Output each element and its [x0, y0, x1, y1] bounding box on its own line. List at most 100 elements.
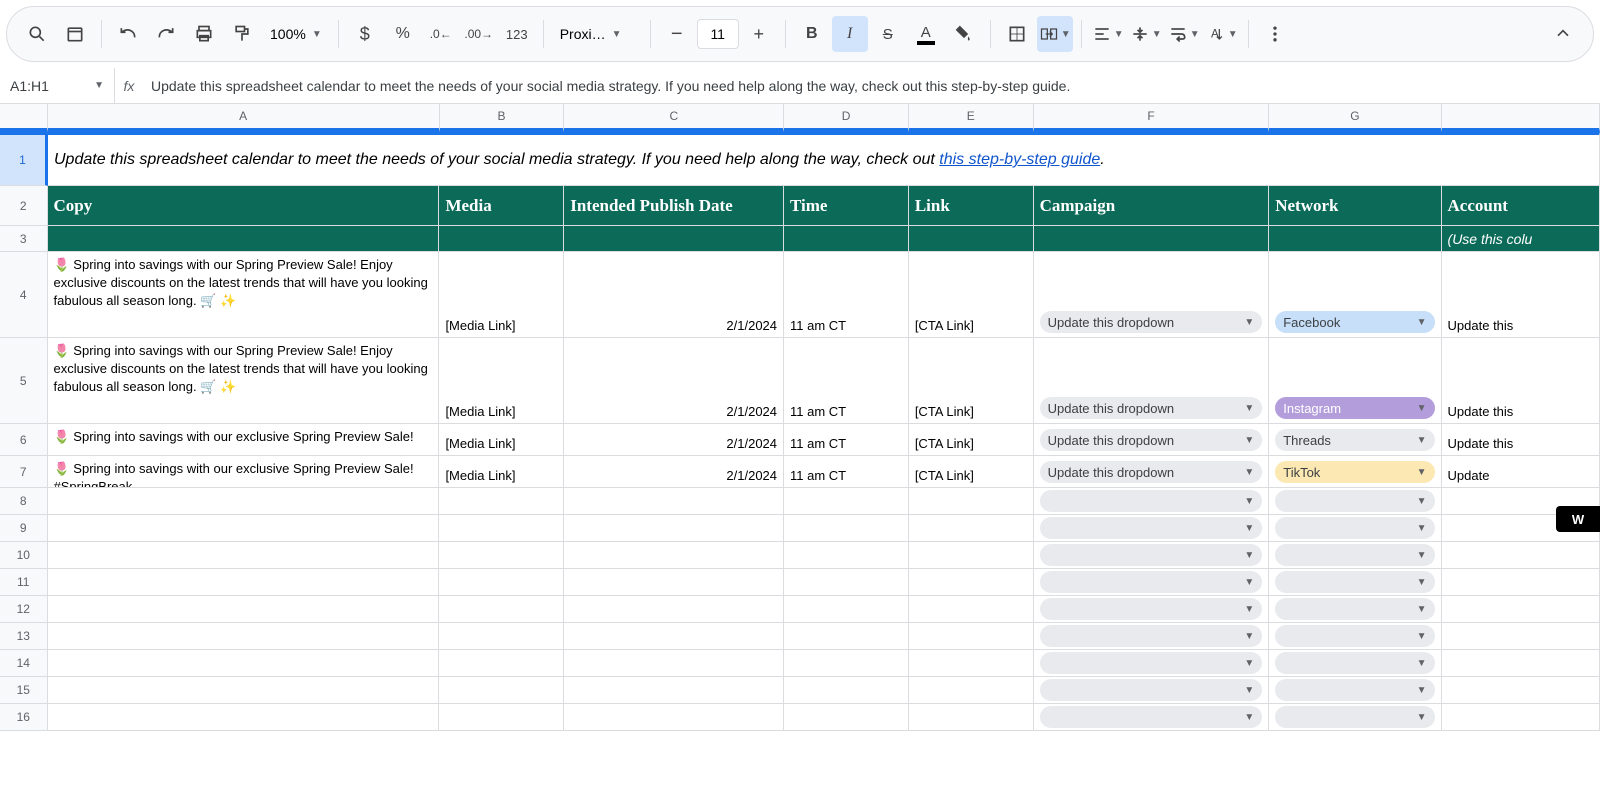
cell[interactable]: [1442, 623, 1600, 650]
dropdown-chip[interactable]: ▼: [1040, 679, 1263, 701]
collapse-toolbar-icon[interactable]: [1545, 16, 1581, 52]
header-media[interactable]: Media: [439, 186, 564, 226]
cell[interactable]: [784, 542, 909, 569]
zoom-select[interactable]: 100%▼: [262, 26, 330, 42]
cell[interactable]: [564, 226, 784, 252]
cell-network[interactable]: ▼: [1269, 650, 1441, 677]
increase-decimal-button[interactable]: .00→: [461, 16, 497, 52]
cell-campaign[interactable]: ▼: [1034, 677, 1270, 704]
formula-bar[interactable]: Update this spreadsheet calendar to meet…: [143, 78, 1600, 94]
cell[interactable]: [909, 704, 1034, 731]
cell[interactable]: [564, 623, 784, 650]
cell-time[interactable]: 11 am CT: [784, 338, 909, 424]
cell[interactable]: [909, 515, 1034, 542]
dropdown-chip[interactable]: ▼: [1275, 517, 1434, 539]
header-time[interactable]: Time: [784, 186, 909, 226]
dropdown-chip[interactable]: ▼: [1040, 571, 1263, 593]
cell[interactable]: [564, 596, 784, 623]
cell[interactable]: (Use this colu: [1442, 226, 1600, 252]
strikethrough-button[interactable]: S: [870, 16, 906, 52]
cell-campaign[interactable]: Update this dropdown▼: [1034, 424, 1270, 456]
dropdown-chip[interactable]: ▼: [1040, 706, 1263, 728]
paint-format-icon[interactable]: [224, 16, 260, 52]
cell[interactable]: [48, 226, 440, 252]
cell-media[interactable]: [Media Link]: [439, 456, 564, 488]
cell[interactable]: [564, 704, 784, 731]
cell-media[interactable]: [Media Link]: [439, 338, 564, 424]
cell-copy[interactable]: 🌷 Spring into savings with our Spring Pr…: [48, 252, 440, 338]
cell-account[interactable]: Update this: [1442, 252, 1600, 338]
header-copy[interactable]: Copy: [48, 186, 440, 226]
cell[interactable]: [784, 704, 909, 731]
cell-campaign[interactable]: ▼: [1034, 515, 1270, 542]
cell-campaign[interactable]: ▼: [1034, 623, 1270, 650]
col-header[interactable]: [1442, 104, 1600, 132]
dropdown-chip[interactable]: Update this dropdown▼: [1040, 429, 1263, 451]
cell-network[interactable]: Facebook▼: [1269, 252, 1441, 338]
cell-time[interactable]: 11 am CT: [784, 424, 909, 456]
row-header[interactable]: 13: [0, 623, 48, 650]
vertical-align-button[interactable]: ▼: [1128, 16, 1164, 52]
cell[interactable]: [439, 226, 564, 252]
cell-copy[interactable]: 🌷 Spring into savings with our exclusive…: [48, 424, 440, 456]
cell[interactable]: [1442, 542, 1600, 569]
cell[interactable]: [784, 650, 909, 677]
cell[interactable]: [784, 226, 909, 252]
cell-network[interactable]: TikTok▼: [1269, 456, 1441, 488]
cell-copy[interactable]: 🌷 Spring into savings with our exclusive…: [48, 456, 440, 488]
cell[interactable]: [909, 542, 1034, 569]
col-header[interactable]: C: [564, 104, 784, 132]
cell[interactable]: [564, 650, 784, 677]
row-header[interactable]: 16: [0, 704, 48, 731]
cell-campaign[interactable]: ▼: [1034, 704, 1270, 731]
cell[interactable]: [48, 596, 440, 623]
cell-campaign[interactable]: ▼: [1034, 569, 1270, 596]
cell[interactable]: [784, 677, 909, 704]
cell[interactable]: [1442, 704, 1600, 731]
cell[interactable]: [439, 542, 564, 569]
dropdown-chip[interactable]: Update this dropdown▼: [1040, 311, 1263, 333]
cell[interactable]: [439, 569, 564, 596]
row-header[interactable]: 14: [0, 650, 48, 677]
header-network[interactable]: Network: [1269, 186, 1441, 226]
dropdown-chip[interactable]: ▼: [1040, 544, 1263, 566]
guide-link[interactable]: this step-by-step guide: [939, 151, 1100, 168]
cell-time[interactable]: 11 am CT: [784, 252, 909, 338]
cell[interactable]: [909, 596, 1034, 623]
cell-link[interactable]: [CTA Link]: [909, 252, 1034, 338]
cell[interactable]: [784, 488, 909, 515]
dropdown-chip[interactable]: Instagram▼: [1275, 397, 1434, 419]
cell-network[interactable]: ▼: [1269, 596, 1441, 623]
cell[interactable]: [439, 515, 564, 542]
cell[interactable]: [439, 704, 564, 731]
col-header[interactable]: A: [48, 104, 440, 132]
cell[interactable]: [564, 488, 784, 515]
cell[interactable]: [1269, 226, 1441, 252]
horizontal-align-button[interactable]: ▼: [1090, 16, 1126, 52]
decrease-decimal-button[interactable]: .0←: [423, 16, 459, 52]
text-wrap-button[interactable]: ▼: [1166, 16, 1202, 52]
row-header[interactable]: 3: [0, 226, 48, 252]
row-header[interactable]: 7: [0, 456, 48, 488]
cell[interactable]: [909, 569, 1034, 596]
cell-campaign[interactable]: Update this dropdown▼: [1034, 456, 1270, 488]
cell-campaign[interactable]: ▼: [1034, 596, 1270, 623]
dropdown-chip[interactable]: ▼: [1040, 625, 1263, 647]
dropdown-chip[interactable]: ▼: [1040, 490, 1263, 512]
cell[interactable]: [784, 596, 909, 623]
cell[interactable]: [48, 515, 440, 542]
cell-account[interactable]: Update: [1442, 456, 1600, 488]
cell-network[interactable]: ▼: [1269, 542, 1441, 569]
row-header[interactable]: 6: [0, 424, 48, 456]
cell-date[interactable]: 2/1/2024: [564, 424, 784, 456]
row-header[interactable]: 10: [0, 542, 48, 569]
cell-time[interactable]: 11 am CT: [784, 456, 909, 488]
name-box[interactable]: A1:H1 ▼: [0, 68, 115, 103]
cell[interactable]: [1442, 650, 1600, 677]
header-account[interactable]: Account: [1442, 186, 1600, 226]
cell[interactable]: [1442, 569, 1600, 596]
dropdown-chip[interactable]: ▼: [1040, 517, 1263, 539]
extension-badge[interactable]: W: [1556, 506, 1600, 532]
dropdown-chip[interactable]: Update this dropdown▼: [1040, 397, 1263, 419]
cell-network[interactable]: ▼: [1269, 623, 1441, 650]
